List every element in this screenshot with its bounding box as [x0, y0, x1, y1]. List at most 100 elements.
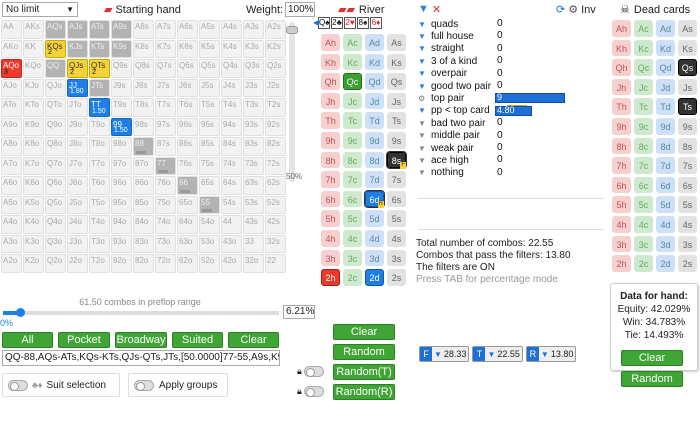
hand-cell[interactable]: AQo 3: [1, 59, 22, 78]
hand-cell[interactable]: 86s: [177, 137, 198, 156]
hand-cell[interactable]: T3s: [243, 98, 264, 117]
hand-cell[interactable]: T3o: [89, 234, 110, 253]
dead-card[interactable]: 7s: [678, 157, 697, 174]
dead-card[interactable]: Ah: [612, 20, 631, 37]
dead-card[interactable]: Qd: [656, 59, 675, 76]
filter-row[interactable]: ▼ weak pair 0: [418, 142, 598, 154]
hand-cell[interactable]: 72s: [265, 156, 286, 175]
river-card[interactable]: 7s: [387, 171, 406, 188]
river-card[interactable]: 3d: [365, 249, 384, 267]
hand-cell[interactable]: QJo: [45, 78, 66, 97]
dead-card[interactable]: Qh: [612, 59, 631, 76]
hand-cell[interactable]: K9o: [23, 117, 44, 136]
river-card[interactable]: As: [387, 34, 406, 51]
hand-cell[interactable]: K2s: [265, 39, 286, 58]
river-card[interactable]: 3c: [343, 249, 362, 267]
hand-cell[interactable]: A7o: [1, 156, 22, 175]
river-card[interactable]: Kd: [365, 53, 384, 71]
dead-card[interactable]: 8h: [612, 137, 631, 155]
hand-cell[interactable]: 74o: [155, 215, 176, 234]
river-card[interactable]: 3h: [321, 249, 340, 267]
hand-cell[interactable]: 43o: [221, 234, 242, 253]
hand-cell[interactable]: QTo: [45, 98, 66, 117]
random-t-toggle[interactable]: [303, 366, 324, 377]
filter-icon[interactable]: ▼: [418, 32, 428, 41]
hand-cell[interactable]: QTs 2: [89, 59, 110, 78]
filter-icon[interactable]: ▼: [418, 69, 428, 78]
hand-cell[interactable]: 87s: [155, 137, 176, 156]
hand-cell[interactable]: Q5o: [45, 195, 66, 214]
hand-cell[interactable]: T9o: [89, 117, 110, 136]
hand-cell[interactable]: T5o: [89, 195, 110, 214]
hand-cell[interactable]: Q4o: [45, 215, 66, 234]
dead-clear-button[interactable]: Clear: [621, 350, 683, 366]
hand-cell[interactable]: 85s: [199, 137, 220, 156]
dead-card[interactable]: As: [678, 20, 697, 37]
dead-card[interactable]: Jh: [612, 78, 631, 96]
river-card[interactable]: Ah: [321, 34, 340, 51]
dead-card[interactable]: 8d: [656, 137, 675, 155]
filter-icon[interactable]: ▼: [418, 156, 428, 165]
dead-card[interactable]: Th: [612, 98, 631, 115]
hand-cell[interactable]: A6o: [1, 176, 22, 195]
hand-cell[interactable]: 54s: [221, 195, 242, 214]
river-card[interactable]: Tc: [343, 112, 362, 129]
hand-cell[interactable]: A3o: [1, 234, 22, 253]
filter-badge[interactable]: R ▼ 13.80: [525, 346, 577, 362]
hand-cell[interactable]: T9s: [111, 98, 132, 117]
clear-range-button[interactable]: Clear: [228, 332, 279, 348]
hand-cell[interactable]: 62o: [177, 254, 198, 273]
hand-cell[interactable]: 76o: [155, 176, 176, 195]
filter-row[interactable]: ▼ good two pair 0: [418, 80, 598, 92]
hand-cell[interactable]: J7s: [155, 78, 176, 97]
river-card[interactable]: 8c: [343, 151, 362, 169]
dead-card[interactable]: Kd: [656, 39, 675, 57]
suited-button[interactable]: Suited: [172, 332, 223, 348]
hand-cell[interactable]: 84o: [133, 215, 154, 234]
hand-cell[interactable]: KK: [23, 39, 44, 58]
filter-row[interactable]: ▼ middle pair 0: [418, 130, 598, 142]
dead-card[interactable]: 5h: [612, 196, 631, 213]
dead-card[interactable]: 2d: [656, 255, 675, 272]
hand-cell[interactable]: T5s: [199, 98, 220, 117]
hand-cell[interactable]: K5s: [199, 39, 220, 58]
hand-cell[interactable]: K6o: [23, 176, 44, 195]
filter-icon[interactable]: ▼: [418, 106, 428, 115]
dead-card[interactable]: Ac: [634, 20, 653, 37]
hand-cell[interactable]: 54o: [199, 215, 220, 234]
hand-cell[interactable]: T6o: [89, 176, 110, 195]
hand-cell[interactable]: 97o: [111, 156, 132, 175]
river-card[interactable]: 5d: [365, 210, 384, 227]
hand-cell[interactable]: 55: [199, 195, 220, 214]
hand-cell[interactable]: J4s: [221, 78, 242, 97]
river-card[interactable]: 7d: [365, 171, 384, 188]
dead-card[interactable]: Ad: [656, 20, 675, 37]
board-card[interactable]: 8♠: [357, 17, 369, 29]
river-card[interactable]: 4s: [387, 229, 406, 247]
river-card[interactable]: Ac: [343, 34, 362, 51]
hand-cell[interactable]: Q9o: [45, 117, 66, 136]
hand-cell[interactable]: TT 1.50: [89, 98, 110, 117]
weight-input[interactable]: 100%: [285, 2, 315, 17]
hand-cell[interactable]: 52o: [199, 254, 220, 273]
hand-cell[interactable]: 95o: [111, 195, 132, 214]
hand-cell[interactable]: K2o: [23, 254, 44, 273]
hand-cell[interactable]: 82o: [133, 254, 154, 273]
river-card[interactable]: 8h: [321, 151, 340, 169]
hand-cell[interactable]: J3s: [243, 78, 264, 97]
river-card[interactable]: 3s: [387, 249, 406, 267]
river-card[interactable]: 2c: [343, 269, 362, 286]
apply-groups-toggle[interactable]: [134, 379, 154, 391]
river-card[interactable]: 4c: [343, 229, 362, 247]
hand-cell[interactable]: 96o: [111, 176, 132, 195]
filter-icon[interactable]: ▼: [418, 44, 428, 53]
hand-cell[interactable]: KTs: [89, 39, 110, 58]
hand-cell[interactable]: 52s: [265, 195, 286, 214]
dead-card[interactable]: Qs: [678, 59, 697, 76]
hand-cell[interactable]: 53o: [199, 234, 220, 253]
filter-row[interactable]: ▼ nothing 0: [418, 167, 598, 179]
river-card[interactable]: Jd: [365, 92, 384, 110]
hand-cell[interactable]: 85o: [133, 195, 154, 214]
hand-cell[interactable]: J8s: [133, 78, 154, 97]
hand-cell[interactable]: Q2s: [265, 59, 286, 78]
